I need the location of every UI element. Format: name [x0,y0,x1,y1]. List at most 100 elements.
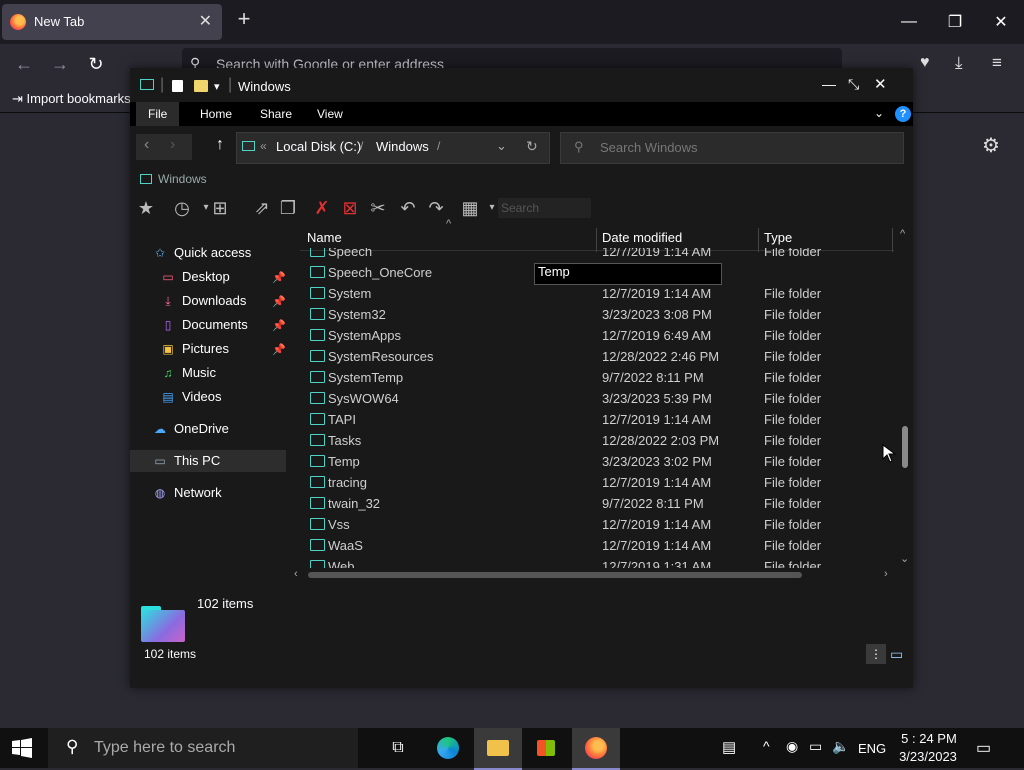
redo-icon[interactable]: ↷ [424,196,448,220]
star-icon[interactable]: ★ [134,196,158,220]
recent-icon[interactable]: ◷ [170,196,194,220]
back-arrow-icon[interactable]: ‹ [144,136,149,154]
menu-icon[interactable]: ≡ [992,53,1002,73]
gear-icon[interactable]: ⚙ [982,133,1000,158]
table-row[interactable]: System32 3/23/2023 3:08 PM File folder [300,304,894,325]
rename-input[interactable]: Temp [534,263,722,285]
explorer-close-button[interactable]: ✕ [874,75,887,93]
forward-icon[interactable]: → [48,52,72,76]
firefox-app[interactable] [572,728,620,770]
downloads-icon[interactable]: ⤓ [955,53,963,73]
new-tab-button[interactable]: + [232,6,256,32]
nav-desktop[interactable]: ▭ Desktop [160,266,229,288]
vertical-scrollbar-thumb[interactable] [902,426,908,468]
reload-icon[interactable]: ↻ [84,52,108,76]
new-folder-icon[interactable] [194,80,208,92]
table-row[interactable]: SystemResources 12/28/2022 2:46 PM File fo… [300,346,894,367]
nav-documents[interactable]: ▯ Documents [160,314,248,336]
store-app[interactable] [522,728,570,768]
scroll-up-icon[interactable]: ^ [900,228,905,240]
overflow-chevron-icon[interactable]: « [260,139,267,153]
breadcrumb-folder[interactable]: Windows [376,139,429,154]
pin-icon[interactable]: 📌 [272,271,286,284]
table-row[interactable]: SystemTemp 9/7/2022 8:11 PM File folder [300,367,894,388]
nav-music[interactable]: ♫ Music [160,362,216,384]
tab-view[interactable]: View [305,102,355,126]
network-icon[interactable]: ▭ [809,738,822,755]
show-hidden-icons-chevron[interactable]: ^ [763,738,770,754]
meet-now-icon[interactable]: ◉ [786,738,798,755]
scroll-down-icon[interactable]: ⌄ [900,552,909,565]
explorer-maximize-button[interactable]: ⤡ [848,76,859,93]
close-tab-icon[interactable]: ✕ [199,11,212,31]
pin-icon[interactable]: 📌 [272,343,286,356]
table-row[interactable]: tracing 12/7/2019 1:14 AM File folder [300,472,894,493]
table-row[interactable]: SystemApps 12/7/2019 6:49 AM File folder [300,325,894,346]
tab-share[interactable]: Share [248,102,304,126]
large-icons-view-button[interactable]: ▭ [890,646,903,663]
scroll-right-icon[interactable]: › [884,568,888,580]
nav-onedrive[interactable]: ☁ OneDrive [152,418,229,440]
browser-restore-button[interactable]: ❐ [932,0,978,44]
table-row[interactable]: WaaS 12/7/2019 1:14 AM File folder [300,535,894,556]
language-indicator[interactable]: ENG [858,741,886,756]
pin-icon[interactable]: 📌 [272,295,286,308]
address-dropdown-icon[interactable]: ⌄ [496,138,507,154]
table-row[interactable]: Vss 12/7/2019 1:14 AM File folder [300,514,894,535]
undo-icon[interactable]: ↶ [396,196,420,220]
file-explorer-app[interactable] [474,728,522,770]
clock-date[interactable]: 3/23/2023 [890,749,966,764]
customize-quick-access-icon[interactable]: ▾ [214,80,220,93]
cut-icon[interactable]: ✂ [366,196,390,220]
nav-pictures[interactable]: ▣ Pictures [160,338,229,360]
clock-time[interactable]: 5 : 24 PM [896,731,962,746]
refresh-icon[interactable]: ↻ [526,138,538,155]
edge-app[interactable] [424,728,472,768]
import-bookmarks-link[interactable]: ⇥ Import bookmarks... [12,91,141,107]
table-row[interactable]: Tasks 12/28/2022 2:03 PM File folder [300,430,894,451]
notifications-icon[interactable]: ▭ [976,738,991,758]
toolbar-search-input[interactable]: Search [498,198,591,218]
table-row[interactable]: Temp 3/23/2023 3:02 PM File folder [300,451,894,472]
scroll-left-icon[interactable]: ‹ [294,568,298,580]
column-date-modified[interactable]: Date modified [602,230,682,245]
table-row[interactable]: System 12/7/2019 1:14 AM File folder [300,283,894,304]
details-view-button[interactable]: ⋮ [866,644,886,664]
tab-home[interactable]: Home [188,102,244,126]
column-name[interactable]: Name [307,230,342,245]
table-row[interactable]: SysWOW64 3/23/2023 5:39 PM File folder [300,388,894,409]
up-arrow-icon[interactable]: ↑ [216,136,224,154]
forward-arrow-icon[interactable]: › [170,136,175,154]
volume-muted-icon[interactable]: 🔈 [832,738,849,755]
nav-downloads[interactable]: ⤓ Downloads [160,290,246,312]
pocket-icon[interactable]: ♥ [920,54,930,72]
task-view-icon[interactable]: ⧉ [374,728,422,768]
delete-permanent-icon[interactable]: ⊠ [338,196,362,220]
breadcrumb-strip-label[interactable]: Windows [158,172,207,186]
start-button[interactable] [0,728,44,768]
pin-icon[interactable]: 📌 [272,319,286,332]
nav-network[interactable]: ◍ Network [152,482,222,504]
view-layout-icon[interactable]: ▦ [458,196,482,220]
ribbon-expand-icon[interactable]: ⌄ [874,106,884,120]
table-row[interactable]: TAPI 12/7/2019 1:14 AM File folder [300,409,894,430]
breadcrumb-root[interactable]: Local Disk (C:) [276,139,361,154]
back-icon[interactable]: ← [12,52,36,76]
properties-icon[interactable] [172,80,183,92]
table-row[interactable]: Speech 12/7/2019 1:14 AM File folder [300,248,894,262]
table-row[interactable]: twain_32 9/7/2022 8:11 PM File folder [300,493,894,514]
help-icon[interactable]: ? [895,106,911,122]
browser-tab[interactable]: New Tab ✕ [2,4,222,40]
tab-file[interactable]: File [136,102,180,126]
explorer-minimize-button[interactable]: — [822,76,836,92]
table-row[interactable]: Web 12/7/2019 1:31 AM File folder [300,556,894,568]
news-widget-icon[interactable]: ▤ [722,738,736,756]
copy-to-icon[interactable]: ❐ [276,196,300,220]
windows-icon[interactable]: ⊞ [208,196,232,220]
browser-close-button[interactable]: ✕ [978,0,1024,44]
move-to-icon[interactable]: ⇗ [250,196,274,220]
nav-this-pc[interactable]: ▭ This PC [152,450,220,472]
browser-minimize-button[interactable]: — [886,0,932,44]
column-type[interactable]: Type [764,230,792,245]
delete-icon[interactable]: ✗ [310,196,334,220]
